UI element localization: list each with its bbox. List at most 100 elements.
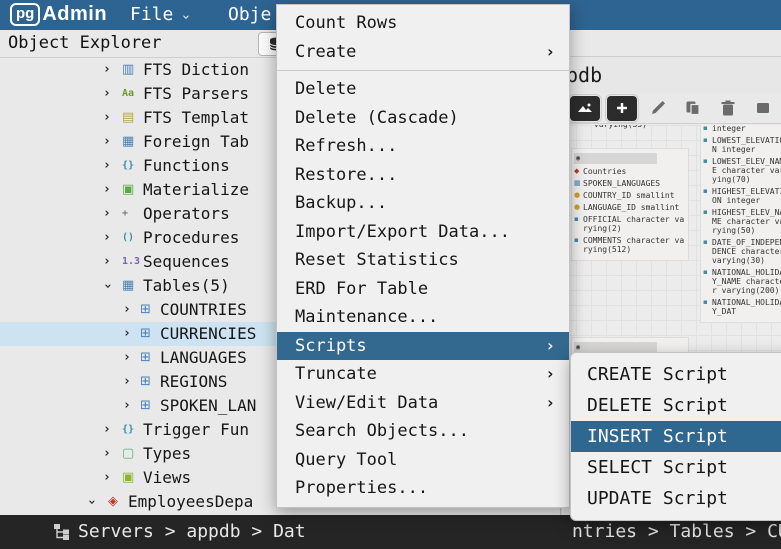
tab-appdb[interactable]: pdb xyxy=(566,57,602,93)
edit-button[interactable] xyxy=(643,96,673,121)
chevron-right-icon[interactable]: › xyxy=(123,394,131,418)
menu-item-label: Delete xyxy=(295,79,356,99)
sequences-icon: 1.3 xyxy=(122,250,140,274)
tree-item-label: Trigger Fun xyxy=(143,418,249,442)
fts-dictionary-icon: ▥ xyxy=(122,58,134,82)
menu-item-count-rows[interactable]: Count Rows xyxy=(277,9,569,38)
fts-parser-icon: Aa xyxy=(122,82,134,106)
menu-item-label: Restore... xyxy=(295,165,397,185)
column-icon: ▪ xyxy=(703,238,710,265)
menu-item-label: Properties... xyxy=(295,478,428,498)
tree-item-label: Functions xyxy=(143,154,230,178)
menu-item-create[interactable]: Create› xyxy=(277,38,569,67)
chevron-right-icon[interactable]: › xyxy=(103,442,111,466)
sitemap-icon xyxy=(54,524,71,540)
column-icon: ▪ xyxy=(703,157,710,184)
chevron-right-icon[interactable]: › xyxy=(103,418,111,442)
chevron-right-icon[interactable]: › xyxy=(103,178,111,202)
menu-item-label: Query Tool xyxy=(295,450,397,470)
erd-column-text: LANGUAGE_ID smallint xyxy=(583,203,679,212)
delete-button[interactable] xyxy=(713,96,743,121)
chevron-right-icon[interactable]: › xyxy=(103,226,111,250)
erd-column-text: integer xyxy=(712,125,746,133)
key-icon: ● xyxy=(574,191,581,200)
pgadmin-logo-admin: Admin xyxy=(42,3,107,26)
chevron-down-icon[interactable]: › xyxy=(79,498,103,506)
erd-table-node[interactable]: ▪integer▪LOWEST_ELEVATION integer▪LOWEST… xyxy=(700,125,781,323)
views-icon: ▣ xyxy=(122,466,134,490)
breadcrumb-left[interactable]: Servers > appdb > Dat xyxy=(78,515,306,549)
menu-item-refresh[interactable]: Refresh... xyxy=(277,132,569,161)
menu-item-delete-cascade[interactable]: Delete (Cascade) xyxy=(277,104,569,133)
image-button[interactable] xyxy=(569,95,601,122)
menu-item-label: Refresh... xyxy=(295,136,397,156)
column-icon: ▪ xyxy=(703,187,710,205)
add-button[interactable] xyxy=(606,95,638,122)
menu-object[interactable]: Obje xyxy=(228,0,271,30)
chevron-right-icon[interactable]: › xyxy=(103,250,111,274)
menu-item-backup[interactable]: Backup... xyxy=(277,189,569,218)
menu-separator xyxy=(277,70,569,71)
erd-column-row: ▪OFFICIAL character varying(2) xyxy=(574,215,686,233)
menu-item-scripts[interactable]: Scripts › xyxy=(277,332,569,361)
erd-column-row: ●LANGUAGE_ID smallint xyxy=(574,203,686,212)
chevron-right-icon[interactable]: › xyxy=(103,466,111,490)
tree-item-label: EmployeesDepa xyxy=(128,490,253,514)
column-icon: ▪ xyxy=(703,298,710,316)
erd-toolbar xyxy=(561,93,781,124)
column-icon: ▪ xyxy=(574,236,581,254)
menu-item-maintenance[interactable]: Maintenance... xyxy=(277,303,569,332)
column-icon: ▪ xyxy=(703,268,710,295)
menu-item-reset-statistics[interactable]: Reset Statistics xyxy=(277,246,569,275)
erd-column-row: ▪HIGHEST_ELEV_NAME character varying(50) xyxy=(703,208,781,235)
menu-item-query-tool[interactable]: Query Tool xyxy=(277,446,569,475)
chevron-right-icon[interactable]: › xyxy=(103,202,111,226)
erd-column-row: ▪DATE_OF_INDEPENDENCE character varying(… xyxy=(703,238,781,265)
erd-column-text: LOWEST_ELEVATION integer xyxy=(712,136,781,154)
functions-icon: {} xyxy=(122,154,134,178)
menu-item-view-edit-data[interactable]: View/Edit Data › xyxy=(277,389,569,418)
menu-item-label: View/Edit Data xyxy=(295,393,438,413)
submenu-item-select-script[interactable]: SELECT Script xyxy=(571,452,781,483)
chevron-right-icon[interactable]: › xyxy=(103,82,111,106)
chevron-down-icon[interactable]: › xyxy=(95,282,119,290)
erd-column-row: ▦SPOKEN_LANGUAGES xyxy=(574,179,686,188)
chevron-right-icon: › xyxy=(545,389,555,418)
submenu-item-label: SELECT Script xyxy=(587,457,728,478)
menu-item-label: Scripts xyxy=(295,336,367,356)
chevron-right-icon: › xyxy=(545,332,555,361)
chevron-right-icon[interactable]: › xyxy=(103,106,111,130)
chevron-right-icon[interactable]: › xyxy=(103,58,111,82)
table-icon: ▦ xyxy=(574,179,581,188)
chevron-right-icon[interactable]: › xyxy=(123,370,131,394)
submenu-item-create-script[interactable]: CREATE Script xyxy=(571,359,781,390)
menu-item-import-export-data[interactable]: Import/Export Data... xyxy=(277,218,569,247)
chevron-right-icon[interactable]: › xyxy=(103,130,111,154)
chevron-right-icon[interactable]: › xyxy=(123,346,131,370)
menu-item-search-objects[interactable]: Search Objects... xyxy=(277,417,569,446)
erd-table-node[interactable]: ◉◆Countries▦SPOKEN_LANGUAGES●COUNTRY_ID … xyxy=(571,148,689,261)
submenu-item-delete-script[interactable]: DELETE Script xyxy=(571,390,781,421)
chevron-right-icon[interactable]: › xyxy=(103,154,111,178)
submenu-item-insert-script[interactable]: INSERT Script xyxy=(571,421,781,452)
clone-button[interactable] xyxy=(678,96,708,121)
tree-item-label: Tables(5) xyxy=(143,274,230,298)
tree-item-label: Foreign Tab xyxy=(143,130,249,154)
menu-file[interactable]: File› xyxy=(130,0,189,30)
menu-item-delete[interactable]: Delete xyxy=(277,75,569,104)
erd-column-text: DATE_OF_INDEPENDENCE character varying(3… xyxy=(712,238,781,265)
menu-item-truncate[interactable]: Truncate› xyxy=(277,360,569,389)
menu-item-label: Create xyxy=(295,42,356,62)
erd-column-row: ▪LOWEST_ELEV_NAME character varying(70) xyxy=(703,157,781,184)
chevron-right-icon[interactable]: › xyxy=(123,322,131,346)
menu-item-erd-for-table[interactable]: ERD For Table xyxy=(277,275,569,304)
erd-column-row: ▪integer xyxy=(703,125,781,133)
menu-item-properties[interactable]: Properties... xyxy=(277,474,569,503)
menu-item-label: Search Objects... xyxy=(295,421,469,441)
submenu-item-update-script[interactable]: UPDATE Script xyxy=(571,483,781,514)
chevron-right-icon[interactable]: › xyxy=(123,298,131,322)
eye-icon: ◉ xyxy=(576,343,580,352)
menu-item-restore[interactable]: Restore... xyxy=(277,161,569,190)
partial-button[interactable] xyxy=(748,96,778,121)
erd-column-row: ▪NATIONAL_HOLIDAY_NAME character varying… xyxy=(703,268,781,295)
